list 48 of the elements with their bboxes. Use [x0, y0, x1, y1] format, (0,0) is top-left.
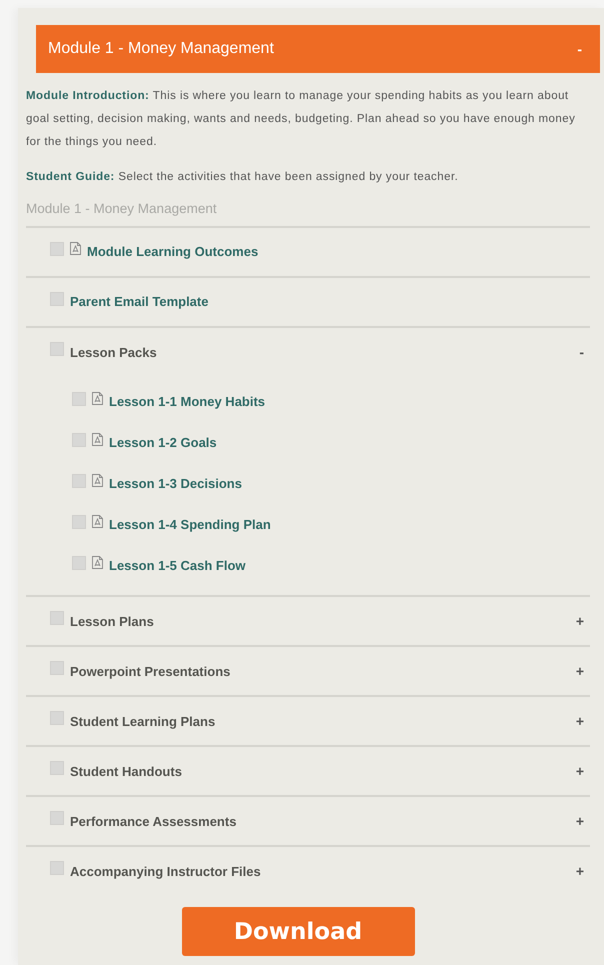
intro-paragraph: Module Introduction: This is where you learn to manage your spending habits as you learn about goal setting, decision making, wants and needs, budgeting. Plan ahead so you have enough money for the things you need.	[26, 89, 576, 150]
checkbox[interactable]	[50, 761, 64, 775]
checkbox[interactable]	[50, 661, 64, 675]
category-label: Accompanying Instructor Files	[70, 864, 262, 878]
intro-paragraph: Student Guide: Select the activities that have been assigned by your teacher.	[26, 170, 460, 185]
file-link[interactable]: Lesson 1-4 Spending Plan	[109, 517, 584, 532]
file-link[interactable]: Lesson 1-3 Decisions	[109, 476, 584, 491]
file-link[interactable]: Lesson 1-5 Cash Flow	[109, 558, 584, 573]
checkbox[interactable]	[50, 611, 64, 625]
category-label: Performance Assessments	[70, 814, 238, 828]
category-label: Student Learning Plans	[70, 714, 216, 728]
category-label: Powerpoint Presentations	[70, 664, 232, 678]
checkbox[interactable]	[72, 433, 86, 447]
checkbox[interactable]	[50, 811, 64, 825]
toggle-sign[interactable]: +	[576, 663, 584, 679]
section-label: Module 1 - Money Management	[26, 201, 218, 216]
checkbox[interactable]	[50, 242, 64, 256]
toggle-sign[interactable]: +	[576, 813, 584, 829]
category-label: Lesson Packs	[70, 344, 158, 360]
collapse-toggle[interactable]: -	[577, 41, 582, 57]
toggle-sign[interactable]: +	[576, 763, 584, 779]
document-icon	[92, 474, 103, 487]
module-header[interactable]: Module 1 - Money Management -	[36, 25, 600, 73]
file-link[interactable]: Lesson 1-2 Goals	[109, 435, 584, 450]
checkbox[interactable]	[50, 342, 64, 356]
checkbox[interactable]	[72, 392, 86, 406]
download-button[interactable]: Download	[182, 907, 414, 956]
checkbox[interactable]	[72, 515, 86, 529]
document-icon	[92, 433, 103, 446]
checkbox[interactable]	[50, 711, 64, 725]
checkbox[interactable]	[50, 861, 64, 875]
toggle-sign[interactable]: +	[576, 863, 584, 879]
document-icon	[92, 392, 103, 405]
document-icon	[92, 515, 103, 528]
toggle-sign[interactable]: +	[576, 613, 584, 629]
checkbox[interactable]	[72, 474, 86, 488]
checkbox[interactable]	[50, 292, 64, 306]
file-link[interactable]: Module Learning Outcomes	[87, 244, 584, 259]
file-link[interactable]: Lesson 1-1 Money Habits	[109, 394, 584, 409]
toggle-sign[interactable]: -	[579, 344, 584, 360]
category-label: Lesson Plans	[70, 614, 155, 628]
document-icon	[92, 556, 103, 569]
file-link[interactable]: Parent Email Template	[70, 294, 584, 309]
module-title: Module 1 - Money Management	[48, 40, 274, 58]
category-label: Student Handouts	[70, 764, 183, 778]
checkbox[interactable]	[72, 556, 86, 570]
document-icon	[70, 242, 81, 255]
toggle-sign[interactable]: +	[576, 713, 584, 729]
